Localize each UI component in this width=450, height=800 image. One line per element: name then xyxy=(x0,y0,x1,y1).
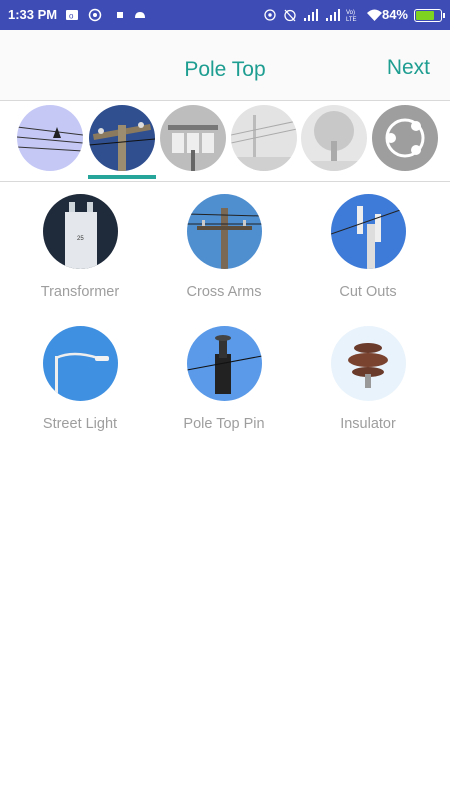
svg-text:Vo): Vo) xyxy=(346,10,355,16)
battery-percent: 84% xyxy=(381,7,408,22)
grid-item-label: Pole Top Pin xyxy=(183,416,265,432)
status-time: 1:33 PM xyxy=(8,7,58,22)
category-strip xyxy=(0,101,450,182)
grid-item-label: Cut Outs xyxy=(339,284,397,300)
grid-item-label: Insulator xyxy=(340,416,396,432)
category-line[interactable] xyxy=(231,105,297,171)
wires-image xyxy=(17,105,83,171)
hotspot-icon xyxy=(264,9,276,21)
svg-text:LTE: LTE xyxy=(346,17,357,22)
line-image xyxy=(231,105,297,171)
battery-level xyxy=(416,11,434,20)
transformer-image: 25 xyxy=(43,194,118,269)
grid-item-pole-top-pin[interactable]: Pole Top Pin xyxy=(154,326,294,446)
wifi-icon xyxy=(367,9,382,21)
grid-item-cross-arms[interactable]: Cross Arms xyxy=(154,194,294,314)
grid-item-insulator[interactable]: Insulator xyxy=(298,326,438,446)
selected-category-indicator xyxy=(88,175,156,179)
tree-image xyxy=(301,105,367,171)
pole-top-image xyxy=(89,105,155,171)
grid-item-transformer[interactable]: 25 Transformer xyxy=(10,194,150,314)
cross-arms-image xyxy=(187,194,262,269)
category-wires[interactable] xyxy=(17,105,83,171)
transformer-bank-image xyxy=(160,105,226,171)
cut-outs-image xyxy=(331,194,406,269)
grid-item-cut-outs[interactable]: Cut Outs xyxy=(298,194,438,314)
grid-item-label: Cross Arms xyxy=(186,284,262,300)
android-icon xyxy=(135,12,145,18)
whatsapp-icon xyxy=(88,8,102,22)
page-title: Pole Top xyxy=(184,58,266,81)
outlook-icon: o xyxy=(66,10,78,21)
signal-icon xyxy=(326,9,340,21)
stop-icon xyxy=(117,12,123,18)
status-bar: 1:33 PM o Vo) LTE 84% xyxy=(0,0,450,30)
grid-item-label: Transformer xyxy=(40,284,120,300)
next-button[interactable]: Next xyxy=(387,56,430,80)
app-bar: Pole Top Next xyxy=(0,30,450,101)
category-pole-top[interactable] xyxy=(89,105,155,171)
grid-item-label: Street Light xyxy=(42,416,118,432)
volte-icon: Vo)LTE xyxy=(346,10,357,22)
insulator-image xyxy=(331,326,406,401)
signal-icon xyxy=(304,9,318,21)
svg-text:25: 25 xyxy=(77,236,84,242)
battery-icon xyxy=(414,9,445,22)
grid-item-street-light[interactable]: Street Light xyxy=(10,326,150,446)
pole-top-pin-image xyxy=(187,326,262,401)
category-tree[interactable] xyxy=(301,105,367,171)
category-transformer-bank[interactable] xyxy=(160,105,226,171)
street-light-image xyxy=(43,326,118,401)
category-share[interactable] xyxy=(372,105,438,171)
share-icon xyxy=(372,105,438,171)
svg-text:o: o xyxy=(69,12,74,21)
alarm-off-icon xyxy=(284,9,296,22)
